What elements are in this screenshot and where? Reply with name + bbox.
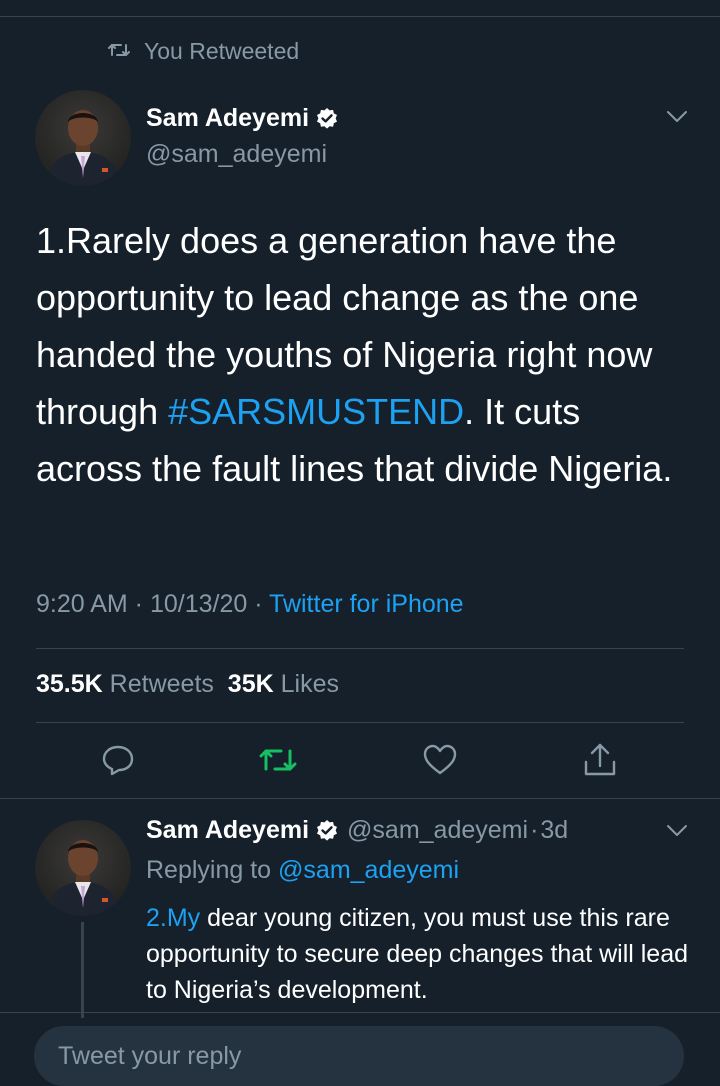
replying-to-handle[interactable]: @sam_adeyemi [278, 856, 459, 884]
divider [0, 1012, 720, 1013]
like-icon [423, 744, 457, 781]
retweet-button[interactable] [258, 742, 298, 782]
reply-text: 2.My dear young citizen, you must use th… [146, 900, 696, 1008]
section-divider [0, 798, 720, 799]
tweet-text: 1.Rarely does a generation have the oppo… [36, 212, 696, 497]
meta-separator: · [127, 590, 150, 618]
thread-line [81, 922, 84, 1018]
tweet-date: 10/13/20 [149, 590, 248, 618]
retweet-banner-label: You Retweeted [144, 38, 300, 64]
reply-input-placeholder: Tweet your reply [58, 1042, 242, 1070]
tweet-time: 9:20 AM [36, 590, 128, 618]
verified-badge-icon [315, 819, 339, 843]
retweets-count: 35.5K [36, 670, 103, 698]
reply-meta-separator: · [530, 816, 539, 844]
replying-to: Replying to @sam_adeyemi [146, 856, 459, 885]
likes-label: Likes [280, 670, 339, 698]
verified-badge-icon [315, 107, 339, 131]
reply-avatar[interactable] [35, 820, 131, 916]
retweets-label: Retweets [109, 670, 214, 698]
author-name[interactable]: Sam Adeyemi [146, 104, 309, 133]
reply-author-handle[interactable]: @sam_adeyemi [347, 816, 528, 845]
replying-to-label: Replying to [146, 856, 272, 884]
retweets-stat[interactable]: 35.5K Retweets [36, 670, 214, 698]
tweet-reply-input[interactable]: Tweet your reply [34, 1026, 684, 1086]
likes-stat[interactable]: 35K Likes [228, 670, 339, 698]
share-button[interactable] [580, 742, 620, 782]
likes-count: 35K [227, 670, 274, 698]
like-button[interactable] [420, 742, 460, 782]
retweet-icon [108, 38, 144, 65]
divider [36, 648, 684, 649]
author-handle[interactable]: @sam_adeyemi [146, 140, 327, 169]
reply-button[interactable] [98, 742, 138, 782]
reply-icon [101, 743, 135, 782]
meta-separator: · [247, 590, 270, 618]
tweet-options-chevron-down-icon[interactable] [666, 110, 688, 129]
avatar[interactable] [35, 90, 131, 186]
tweet-source-link[interactable]: Twitter for iPhone [269, 590, 464, 618]
tweet-stats: 35.5K Retweets 35K Likes [36, 670, 339, 699]
reply-author-name[interactable]: Sam Adeyemi [146, 816, 309, 845]
retweet-icon [259, 745, 297, 780]
tweet-timestamp-row: 9:20 AM · 10/13/20 · Twitter for iPhone [36, 590, 464, 619]
reply-options-chevron-down-icon[interactable] [666, 824, 688, 843]
share-icon [583, 742, 617, 783]
retweet-banner: You Retweeted [108, 38, 299, 65]
divider [36, 722, 684, 723]
top-divider [0, 16, 720, 17]
author-name-row[interactable]: Sam Adeyemi [146, 104, 339, 133]
reply-text-link[interactable]: 2.My [146, 904, 200, 932]
reply-age: 3d [540, 816, 569, 844]
hashtag-link[interactable]: #SARSMUSTEND [168, 391, 464, 432]
reply-author-row[interactable]: Sam Adeyemi @sam_adeyemi · 3d [146, 816, 568, 845]
reply-text-main: dear young citizen, you must use this ra… [146, 904, 689, 1004]
